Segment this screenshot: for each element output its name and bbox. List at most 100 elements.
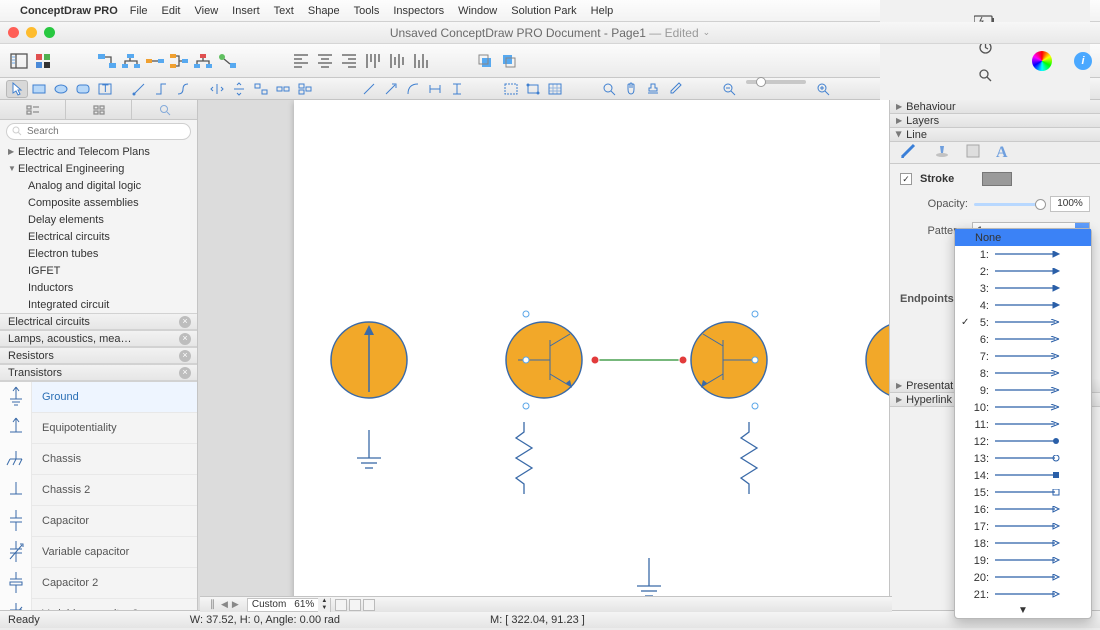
library-grid-view-icon[interactable] bbox=[66, 100, 132, 119]
pattern-option[interactable]: 14: bbox=[955, 467, 1091, 484]
stamp-tool-icon[interactable] bbox=[642, 80, 664, 98]
tree-item[interactable]: Electrical circuits bbox=[0, 228, 197, 245]
arrange-2-icon[interactable] bbox=[272, 80, 294, 98]
pattern-option-none[interactable]: None bbox=[955, 229, 1091, 246]
menu-view[interactable]: View bbox=[195, 5, 219, 17]
selected-connector[interactable] bbox=[591, 356, 687, 364]
snap-icon[interactable] bbox=[522, 80, 544, 98]
pattern-option[interactable]: 13: bbox=[955, 450, 1091, 467]
color-wheel-icon[interactable] bbox=[1032, 51, 1052, 71]
page[interactable] bbox=[294, 100, 890, 610]
send-back-icon[interactable] bbox=[498, 50, 520, 72]
menu-window[interactable]: Window bbox=[458, 5, 497, 17]
app-name[interactable]: ConceptDraw PRO bbox=[20, 5, 118, 17]
align-right-icon[interactable] bbox=[338, 50, 360, 72]
pattern-option[interactable]: 12: bbox=[955, 433, 1091, 450]
close-palette-icon[interactable]: × bbox=[179, 350, 191, 362]
menu-text[interactable]: Text bbox=[274, 5, 294, 17]
connector-2-icon[interactable] bbox=[150, 80, 172, 98]
diagram-tool-6-icon[interactable] bbox=[216, 50, 238, 72]
tree-item[interactable]: Delay elements bbox=[0, 211, 197, 228]
menu-file[interactable]: File bbox=[130, 5, 148, 17]
zoom-control[interactable]: Custom 61% ▲▼ bbox=[247, 598, 331, 612]
line-text-tab-icon[interactable]: A bbox=[996, 144, 1008, 162]
pattern-more-icon[interactable]: ▼ bbox=[955, 603, 1091, 618]
group-select-icon[interactable] bbox=[500, 80, 522, 98]
pattern-option[interactable]: 20: bbox=[955, 569, 1091, 586]
zoom-stepper[interactable]: ▲▼ bbox=[318, 598, 330, 612]
split-v-icon[interactable] bbox=[228, 80, 250, 98]
library-search-tab-icon[interactable] bbox=[132, 100, 197, 119]
pattern-option[interactable]: 21: bbox=[955, 586, 1091, 603]
pattern-option[interactable]: 18: bbox=[955, 535, 1091, 552]
palette-lamps[interactable]: Lamps, acoustics, mea…× bbox=[0, 330, 197, 347]
pattern-option[interactable]: 4: bbox=[955, 297, 1091, 314]
minimize-window-button[interactable] bbox=[26, 27, 37, 38]
zoom-slider[interactable] bbox=[746, 80, 806, 84]
library-list-view-icon[interactable] bbox=[0, 100, 66, 119]
opacity-slider[interactable] bbox=[974, 203, 1044, 206]
align-middle-icon[interactable] bbox=[386, 50, 408, 72]
shape-variable-capacitor[interactable]: Variable capacitor bbox=[0, 537, 197, 568]
zoom-out-icon[interactable] bbox=[718, 80, 740, 98]
pointer-tool[interactable] bbox=[6, 80, 28, 98]
tree-item[interactable]: Integrated circuit bbox=[0, 296, 197, 313]
canvas[interactable] bbox=[198, 100, 890, 610]
pattern-option[interactable]: 10: bbox=[955, 399, 1091, 416]
inspector-behaviour[interactable]: ▶Behaviour bbox=[890, 100, 1100, 114]
tree-electric-telecom[interactable]: ▶Electric and Telecom Plans bbox=[0, 143, 197, 160]
tree-item[interactable]: Inductors bbox=[0, 279, 197, 296]
pattern-option[interactable]: 16: bbox=[955, 501, 1091, 518]
dimension-v-icon[interactable] bbox=[446, 80, 468, 98]
pattern-option[interactable]: 17: bbox=[955, 518, 1091, 535]
shape-ground-1[interactable] bbox=[357, 430, 381, 468]
stroke-checkbox[interactable]: ✓ bbox=[900, 173, 912, 185]
line-pen-tab-icon[interactable] bbox=[900, 143, 918, 162]
diagram-tool-3-icon[interactable] bbox=[144, 50, 166, 72]
dimension-h-icon[interactable] bbox=[424, 80, 446, 98]
connector-3-icon[interactable] bbox=[172, 80, 194, 98]
bring-front-icon[interactable] bbox=[474, 50, 496, 72]
shape-offpage-circle[interactable] bbox=[866, 322, 890, 398]
menu-shape[interactable]: Shape bbox=[308, 5, 340, 17]
menu-solution-park[interactable]: Solution Park bbox=[511, 5, 576, 17]
library-search-input[interactable] bbox=[6, 123, 191, 140]
menu-edit[interactable]: Edit bbox=[162, 5, 181, 17]
prev-page-icon[interactable]: ◀ bbox=[221, 599, 228, 610]
zoom-tool-icon[interactable] bbox=[598, 80, 620, 98]
pattern-option[interactable]: 9: bbox=[955, 382, 1091, 399]
hand-tool-icon[interactable] bbox=[620, 80, 642, 98]
diagram-tool-1-icon[interactable] bbox=[96, 50, 118, 72]
eyedropper-icon[interactable] bbox=[664, 80, 686, 98]
tree-item[interactable]: Analog and digital logic bbox=[0, 177, 197, 194]
scroll-grip-icon[interactable]: ∥ bbox=[210, 599, 215, 610]
diagram-tool-4-icon[interactable] bbox=[168, 50, 190, 72]
tree-item[interactable]: Composite assemblies bbox=[0, 194, 197, 211]
shape-equipotentiality[interactable]: Equipotentiality bbox=[0, 413, 197, 444]
text-tool[interactable]: T bbox=[94, 80, 116, 98]
pattern-option[interactable]: 3: bbox=[955, 280, 1091, 297]
curve-tool[interactable] bbox=[402, 80, 424, 98]
line-shadow-tab-icon[interactable] bbox=[934, 144, 950, 161]
shape-capacitor[interactable]: Capacitor bbox=[0, 506, 197, 537]
split-h-icon[interactable] bbox=[206, 80, 228, 98]
diagram-tool-5-icon[interactable] bbox=[192, 50, 214, 72]
stroke-color-swatch[interactable] bbox=[982, 172, 1012, 186]
toggle-library-icon[interactable] bbox=[8, 50, 30, 72]
palette-resistors[interactable]: Resistors× bbox=[0, 347, 197, 364]
palette-transistors[interactable]: Transistors× bbox=[0, 364, 197, 381]
shape-chassis-2[interactable]: Chassis 2 bbox=[0, 475, 197, 506]
arrange-3-icon[interactable] bbox=[294, 80, 316, 98]
palette-electrical-circuits[interactable]: Electrical circuits× bbox=[0, 313, 197, 330]
connector-1-icon[interactable] bbox=[128, 80, 150, 98]
shape-capacitor-2[interactable]: Capacitor 2 bbox=[0, 568, 197, 599]
menu-help[interactable]: Help bbox=[591, 5, 614, 17]
page-thumbs[interactable] bbox=[335, 599, 375, 611]
menu-tools[interactable]: Tools bbox=[354, 5, 380, 17]
inspector-line[interactable]: ▶Line bbox=[890, 128, 1100, 142]
tree-item[interactable]: IGFET bbox=[0, 262, 197, 279]
pattern-option[interactable]: 19: bbox=[955, 552, 1091, 569]
ellipse-tool[interactable] bbox=[50, 80, 72, 98]
grid-icon[interactable] bbox=[544, 80, 566, 98]
diagram-tool-2-icon[interactable] bbox=[120, 50, 142, 72]
